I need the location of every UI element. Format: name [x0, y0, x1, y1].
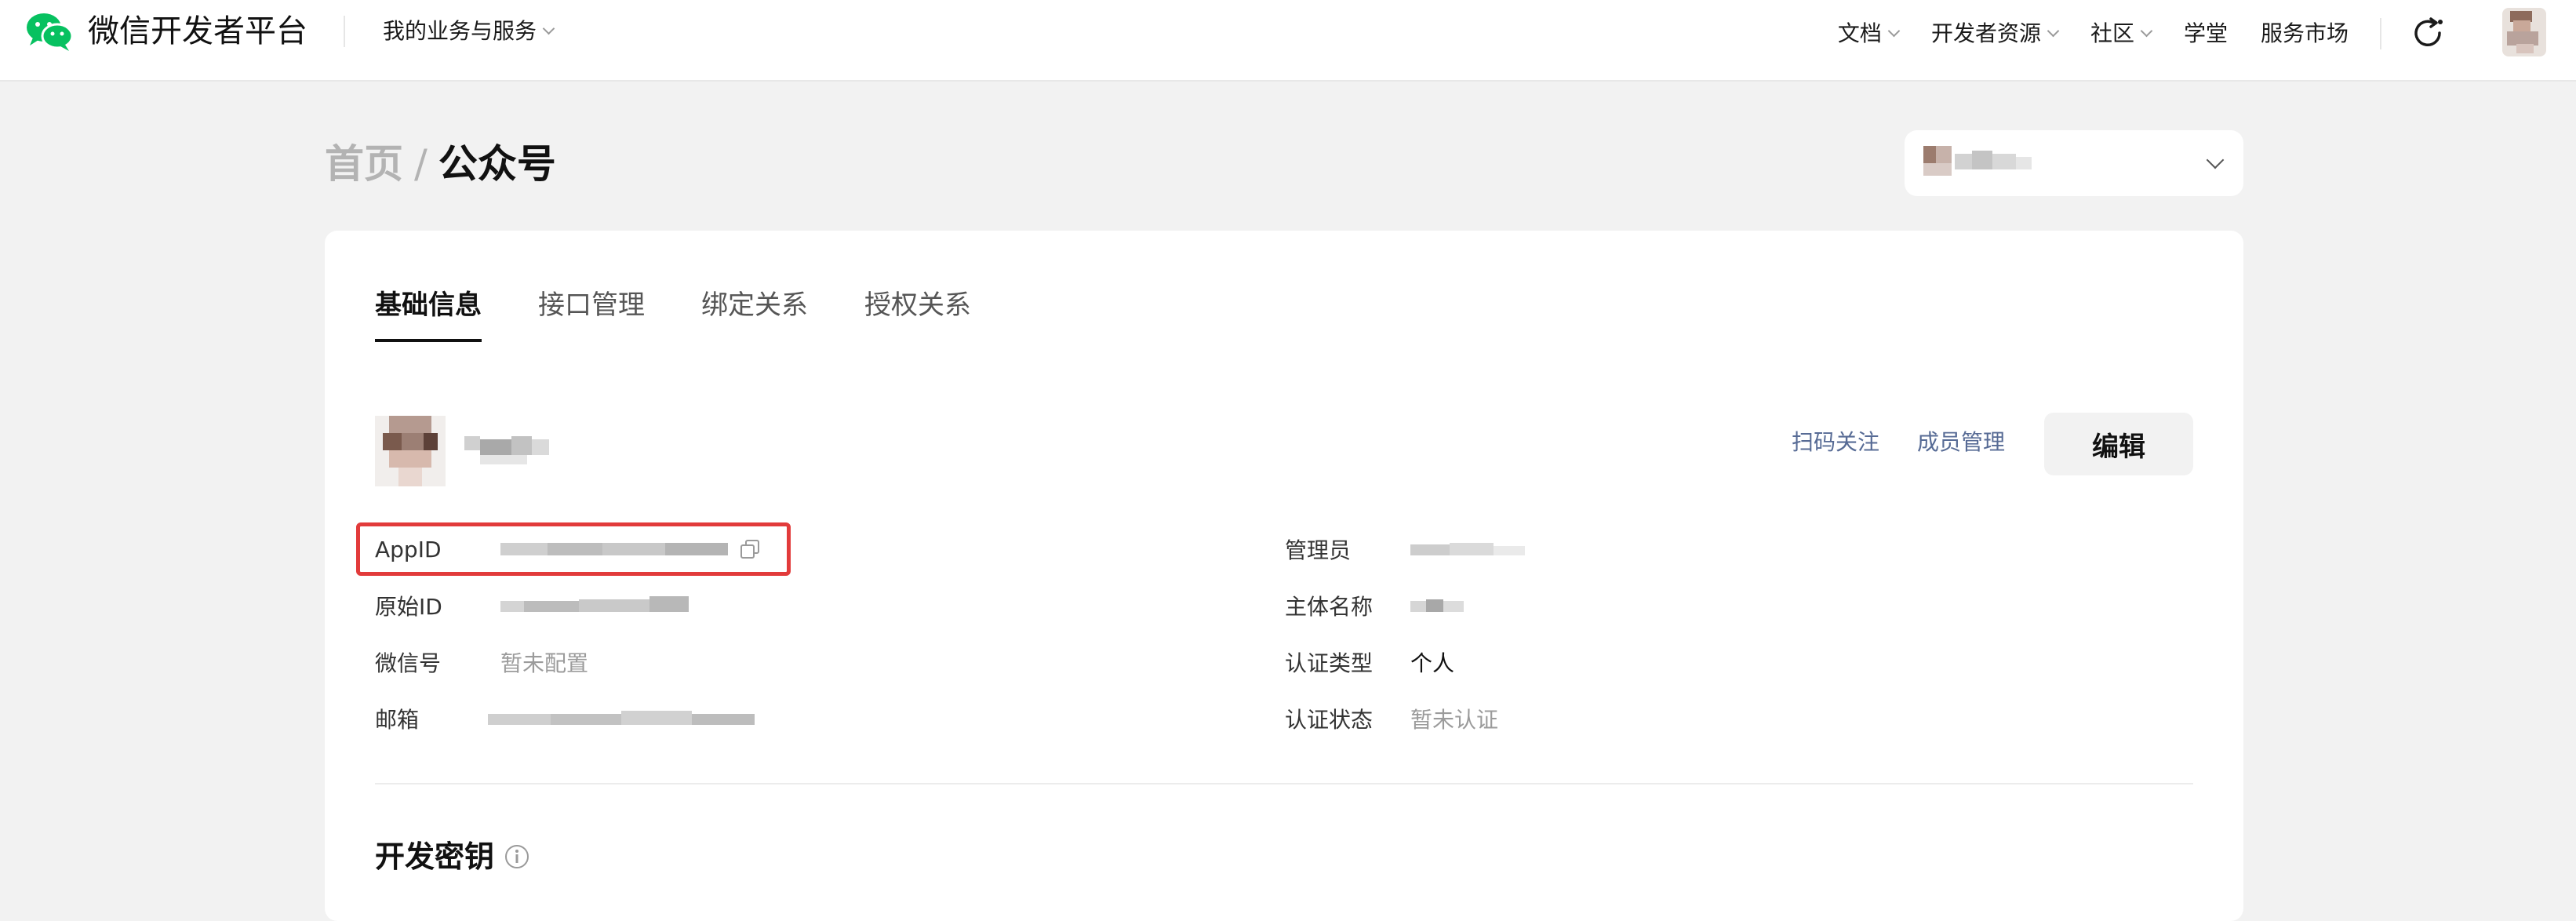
platform-title[interactable]: 微信开发者平台	[88, 11, 307, 52]
email-label: 邮箱	[375, 707, 420, 733]
wechat-id-row: 微信号 暂未配置	[375, 645, 588, 679]
tab-auth-relations[interactable]: 授权关系	[864, 286, 971, 342]
chevron-down-icon	[2047, 24, 2060, 37]
top-navigation-bar: 微信开发者平台 我的业务与服务 文档 开发者资源 社区 学堂 服务市场	[0, 0, 2576, 82]
wechat-id-value: 暂未配置	[500, 650, 589, 676]
chevron-down-icon	[2206, 151, 2225, 169]
appid-label: AppID	[375, 536, 442, 562]
nav-market-label: 服务市场	[2260, 20, 2349, 46]
nav-academy[interactable]: 学堂	[2184, 18, 2228, 49]
edit-button[interactable]: 编辑	[2044, 413, 2193, 475]
admin-label: 管理员	[1285, 537, 1352, 563]
my-business-label: 我的业务与服务	[383, 18, 537, 44]
email-row: 邮箱	[375, 701, 755, 736]
nav-community-label: 社区	[2090, 20, 2134, 46]
main-card: 基础信息 接口管理 绑定关系 授权关系 扫码关注 成员管理 编辑 AppID 原…	[325, 231, 2243, 921]
cert-type-label: 认证类型	[1285, 650, 1374, 676]
nav-divider	[2380, 18, 2381, 49]
dev-key-section-title: 开发密钥	[375, 836, 530, 877]
nav-dev-resources-label: 开发者资源	[1930, 20, 2041, 46]
breadcrumb-current: 公众号	[438, 141, 556, 187]
refresh-icon[interactable]	[2410, 16, 2446, 52]
entity-label: 主体名称	[1285, 594, 1374, 620]
nav-dev-resources[interactable]: 开发者资源	[1930, 18, 2060, 49]
header-divider	[344, 16, 345, 47]
nav-academy-label: 学堂	[2183, 20, 2228, 46]
account-avatar	[375, 416, 446, 486]
chevron-down-icon	[542, 22, 555, 35]
chevron-down-icon	[2140, 24, 2153, 37]
nav-docs[interactable]: 文档	[1837, 18, 1901, 49]
member-manage-link[interactable]: 成员管理	[1917, 427, 2005, 458]
copy-icon[interactable]	[739, 538, 761, 560]
entity-row: 主体名称	[1285, 588, 1473, 623]
admin-value-redacted	[1410, 543, 1525, 555]
original-id-row: 原始ID	[375, 588, 689, 623]
original-id-label: 原始ID	[375, 594, 442, 620]
appid-row: AppID	[375, 532, 761, 566]
dev-key-title-text: 开发密钥	[375, 839, 495, 874]
tab-bar: 基础信息 接口管理 绑定关系 授权关系	[375, 286, 1028, 342]
breadcrumb: 首页 / 公众号	[325, 137, 556, 191]
cert-type-value: 个人	[1410, 650, 1455, 676]
tab-api-manage[interactable]: 接口管理	[538, 286, 645, 342]
nav-community[interactable]: 社区	[2090, 18, 2153, 49]
account-redacted-image	[1923, 146, 2032, 176]
info-icon[interactable]	[504, 843, 530, 870]
tab-bind-relations[interactable]: 绑定关系	[701, 286, 808, 342]
original-id-value-redacted	[500, 596, 689, 612]
cert-status-value: 暂未认证	[1410, 707, 1499, 733]
scan-follow-link[interactable]: 扫码关注	[1792, 427, 1879, 458]
entity-value-redacted	[1410, 599, 1464, 612]
cert-type-row: 认证类型 个人	[1285, 645, 1454, 679]
nav-market[interactable]: 服务市场	[2261, 18, 2349, 49]
section-divider	[375, 783, 2193, 784]
appid-value-redacted[interactable]	[500, 538, 728, 560]
cert-status-row: 认证状态 暂未认证	[1285, 701, 1498, 736]
breadcrumb-separator: /	[414, 141, 428, 187]
account-selector[interactable]	[1905, 130, 2243, 196]
email-value-redacted	[488, 711, 755, 725]
wechat-id-label: 微信号	[375, 650, 442, 676]
user-avatar[interactable]	[2502, 8, 2546, 56]
tab-basic-info[interactable]: 基础信息	[375, 286, 482, 342]
cert-status-label: 认证状态	[1285, 707, 1374, 733]
chevron-down-icon	[1887, 24, 1901, 37]
admin-row: 管理员	[1285, 532, 1536, 566]
header-nav: 文档 开发者资源 社区 学堂 服务市场	[1838, 16, 2446, 52]
my-business-menu[interactable]: 我的业务与服务	[383, 16, 555, 47]
account-name-redacted	[464, 436, 549, 464]
breadcrumb-home[interactable]: 首页	[325, 137, 403, 191]
nav-docs-label: 文档	[1837, 20, 1882, 46]
wechat-logo-icon[interactable]	[25, 11, 74, 52]
